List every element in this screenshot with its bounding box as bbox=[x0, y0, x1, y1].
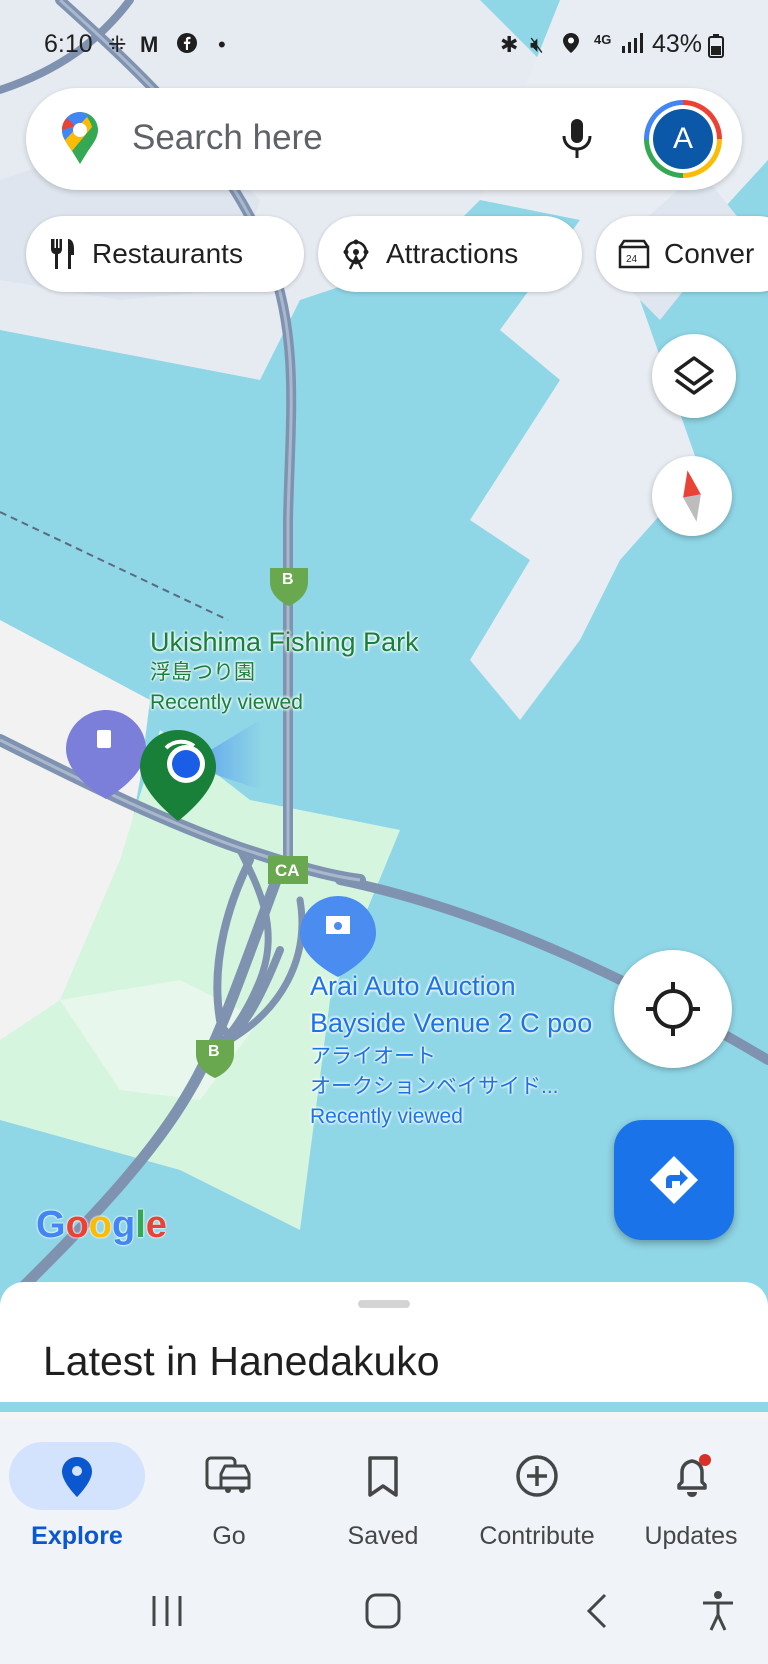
fork-knife-icon bbox=[51, 239, 74, 269]
place-label-arai[interactable]: Arai Auto Auction Bayside Venue 2 C poo … bbox=[310, 968, 592, 1132]
nav-explore[interactable]: Explore bbox=[2, 1420, 152, 1568]
signal-icon bbox=[620, 32, 644, 60]
directions-button[interactable] bbox=[614, 1120, 734, 1240]
accessibility-icon[interactable] bbox=[700, 1590, 736, 1632]
location-icon bbox=[562, 32, 580, 60]
store-24h-icon: 24 bbox=[618, 239, 650, 269]
avatar[interactable]: A bbox=[644, 100, 722, 178]
chip-label: Conver bbox=[664, 238, 755, 269]
bottom-nav: Explore Go Saved Contribute Updates bbox=[0, 1412, 768, 1568]
crosshair-icon bbox=[646, 982, 700, 1036]
nav-contribute[interactable]: Contribute bbox=[462, 1420, 612, 1568]
nav-label: Explore bbox=[31, 1522, 123, 1550]
svg-text:24: 24 bbox=[626, 254, 638, 265]
gmail-icon: M bbox=[140, 32, 159, 57]
battery-icon bbox=[708, 34, 724, 64]
battery-percent: 43% bbox=[652, 30, 703, 58]
compass-button[interactable] bbox=[652, 456, 732, 536]
mic-icon[interactable] bbox=[560, 118, 594, 165]
place-name: Ukishima Fishing Park bbox=[150, 627, 419, 657]
home-icon[interactable] bbox=[364, 1592, 402, 1630]
chip-convenience[interactable]: 24 Conver bbox=[596, 216, 768, 292]
chip-label: Restaurants bbox=[92, 238, 243, 269]
map-canvas[interactable]: B CA B Ukishima Fishing Park 浮島つり園 Recen… bbox=[0, 0, 768, 1290]
mute-icon: 🔇︎ bbox=[530, 32, 544, 57]
system-nav-bar bbox=[0, 1560, 768, 1664]
place-name-ja: 浮島つり園 bbox=[150, 661, 255, 684]
road-shield-ca: CA bbox=[275, 861, 300, 880]
directions-icon bbox=[650, 1156, 698, 1204]
car-icon bbox=[205, 1456, 251, 1493]
nav-saved[interactable]: Saved bbox=[308, 1420, 458, 1568]
layers-button[interactable] bbox=[652, 334, 736, 418]
nav-label: Updates bbox=[644, 1522, 738, 1550]
chip-label: Attractions bbox=[386, 238, 519, 269]
chip-restaurants[interactable]: Restaurants bbox=[26, 216, 304, 292]
nav-updates[interactable]: Updates bbox=[616, 1420, 766, 1568]
road-shield-b-bottom: B bbox=[208, 1043, 220, 1060]
layers-icon bbox=[674, 356, 714, 395]
sheet-drag-handle[interactable] bbox=[358, 1300, 410, 1308]
nav-go[interactable]: Go bbox=[154, 1420, 304, 1568]
place-note: Recently viewed bbox=[310, 1105, 463, 1128]
bottom-sheet[interactable]: Latest in Hanedakuko bbox=[0, 1282, 768, 1402]
status-bar: 6:10 ⁜ M • ✱ 🔇︎ 4G 43% bbox=[0, 0, 768, 88]
place-name-ja-line1: アライオート bbox=[310, 1045, 436, 1068]
nav-label: Contribute bbox=[479, 1522, 595, 1550]
compass-icon bbox=[683, 470, 701, 522]
nav-label: Go bbox=[212, 1522, 246, 1550]
status-time: 6:10 bbox=[44, 30, 93, 58]
place-name-line1: Arai Auto Auction bbox=[310, 971, 516, 1001]
place-name-ja-line2: オークションベイサイド... bbox=[310, 1075, 559, 1098]
place-note: Recently viewed bbox=[150, 691, 303, 714]
notification-dot-icon: • bbox=[218, 32, 226, 57]
nav-label: Saved bbox=[347, 1522, 419, 1550]
place-name-line2: Bayside Venue 2 C poo bbox=[310, 1008, 593, 1038]
road-shield-b-top: B bbox=[282, 571, 294, 588]
ferris-wheel-icon bbox=[343, 239, 369, 270]
search-bar[interactable]: Search here A bbox=[26, 88, 742, 190]
pin-icon bbox=[62, 1457, 92, 1497]
bookmark-icon bbox=[368, 1456, 398, 1497]
back-icon[interactable] bbox=[584, 1592, 610, 1630]
sheet-title: Latest in Hanedakuko bbox=[43, 1338, 440, 1384]
place-label-ukishima[interactable]: Ukishima Fishing Park 浮島つり園 Recently vie… bbox=[150, 627, 419, 718]
maps-logo-icon bbox=[60, 110, 100, 171]
my-location-button[interactable] bbox=[614, 950, 732, 1068]
recents-icon[interactable] bbox=[150, 1594, 184, 1628]
bell-icon bbox=[677, 1454, 711, 1497]
search-input[interactable]: Search here bbox=[132, 118, 323, 158]
bluetooth-icon: ✱ bbox=[500, 32, 519, 57]
facebook-icon bbox=[176, 32, 198, 60]
chip-attractions[interactable]: Attractions bbox=[318, 216, 582, 292]
plus-circle-icon bbox=[516, 1455, 558, 1497]
google-logo: Google bbox=[36, 1204, 167, 1246]
network-type: 4G bbox=[594, 32, 612, 47]
slack-icon: ⁜ bbox=[108, 32, 127, 57]
avatar-letter: A bbox=[653, 109, 713, 169]
